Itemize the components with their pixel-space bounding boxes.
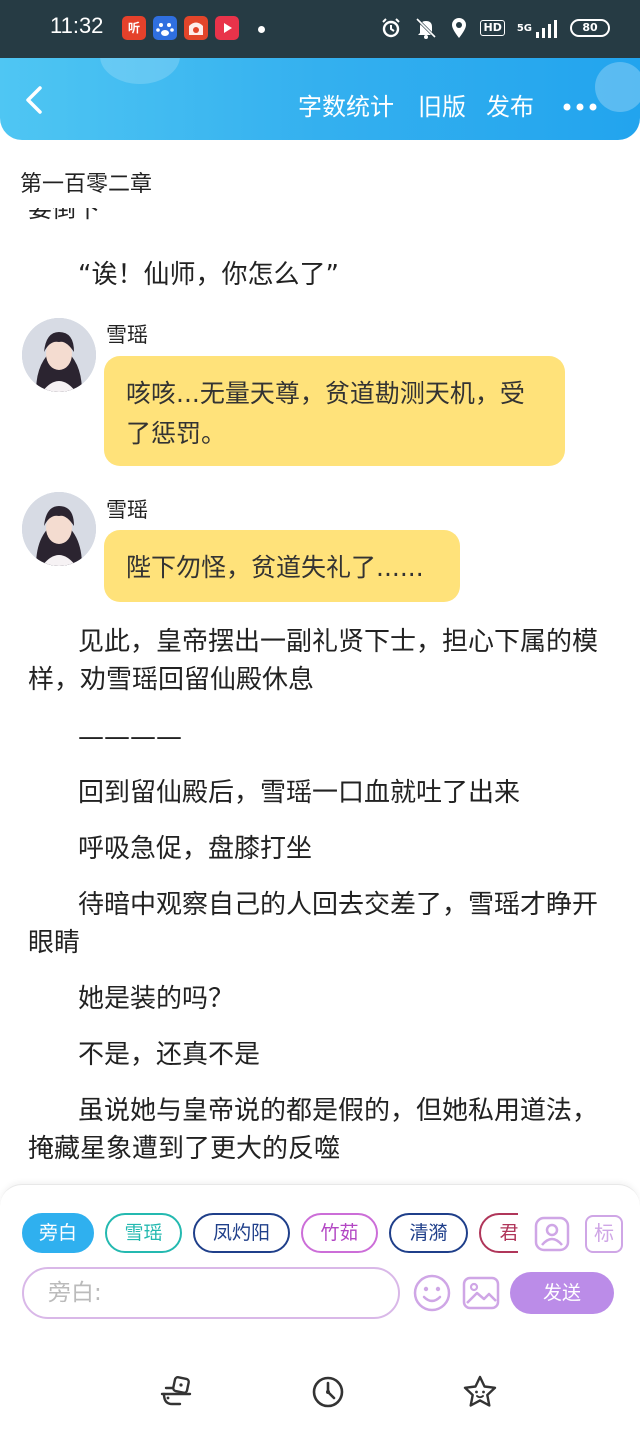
paragraph[interactable]: ————: [28, 718, 598, 756]
character-chip[interactable]: 雪瑶: [105, 1213, 182, 1253]
character-portrait: [22, 318, 96, 392]
character-chip[interactable]: 竹茹: [301, 1213, 378, 1253]
tag-button[interactable]: 标: [585, 1215, 623, 1253]
image-button[interactable]: [461, 1273, 501, 1313]
more-dots-icon: [563, 103, 597, 111]
status-bar: 11:32 听 HD 5G 80: [0, 0, 640, 58]
scrolled-text: 要倒下: [28, 208, 100, 223]
image-icon: [462, 1276, 500, 1310]
chapter-title: 第一百零二章: [20, 172, 153, 197]
shop-app-icon: [184, 16, 208, 40]
paragraph[interactable]: 见此，皇帝摆出一副礼贤下士，担心下属的模样，劝雪瑶回留仙殿休息: [28, 623, 598, 699]
header-decoration: [595, 62, 640, 112]
location-icon: [452, 18, 467, 38]
header-decoration: [100, 58, 180, 84]
paragraph[interactable]: 虽说她与皇帝说的都是假的，但她私用道法，掩藏星象遭到了更大的反噬: [28, 1092, 598, 1168]
role-manage-button[interactable]: [533, 1215, 571, 1253]
word-count-button[interactable]: 字数统计: [298, 92, 394, 122]
emoji-icon: [413, 1274, 451, 1312]
send-button[interactable]: 发送: [510, 1272, 614, 1314]
avatar[interactable]: [22, 318, 96, 392]
battery-indicator: 80: [570, 19, 610, 37]
message-bubble[interactable]: 咳咳...无量天尊，贫道勘测天机，受了惩罚。: [104, 356, 565, 466]
timer-button[interactable]: [310, 1374, 346, 1410]
dice-icon: [160, 1376, 192, 1406]
speaker-name: 雪瑶: [106, 323, 148, 347]
character-chip[interactable]: 君: [479, 1213, 518, 1253]
old-version-button[interactable]: 旧版: [418, 92, 466, 122]
scrolled-text-fragment: 要倒下: [28, 208, 100, 230]
ting-app-icon: 听: [122, 16, 146, 40]
message-input[interactable]: [24, 1269, 398, 1317]
baidu-app-icon: [153, 16, 177, 40]
character-selector: 旁白 雪瑶 凤灼阳 竹茹 清漪君: [22, 1213, 518, 1255]
paragraph[interactable]: “诶！仙师，你怎么了”: [28, 256, 598, 294]
avatar[interactable]: [22, 492, 96, 566]
alarm-icon: [382, 18, 401, 38]
chevron-left-icon: [26, 86, 42, 114]
status-time: 11:32: [50, 13, 104, 38]
favorite-button[interactable]: [462, 1374, 498, 1410]
back-button[interactable]: [20, 82, 50, 118]
character-chip[interactable]: 凤灼阳: [193, 1213, 290, 1253]
message-input-wrapper: [22, 1267, 400, 1319]
speaker-name: 雪瑶: [106, 498, 148, 522]
clock-icon: [312, 1376, 344, 1408]
bottom-toolbar: [0, 1354, 640, 1433]
signal-icon: [536, 20, 557, 38]
composer-panel: 旁白雪瑶凤灼阳竹茹清漪君 标 发送: [0, 1184, 640, 1354]
notification-dot: [258, 26, 265, 33]
hd-badge: HD: [480, 20, 505, 36]
mute-icon: [416, 17, 437, 39]
star-face-icon: [463, 1375, 497, 1407]
paragraph[interactable]: 她是装的吗？: [28, 980, 598, 1018]
editor-header: 字数统计 旧版 发布: [0, 58, 640, 140]
character-chip[interactable]: 清漪: [389, 1213, 468, 1253]
character-portrait: [22, 492, 96, 566]
paragraph[interactable]: 不是，还真不是: [28, 1036, 598, 1074]
paragraph[interactable]: 呼吸急促，盘膝打坐: [28, 830, 598, 868]
network-label: 5G: [516, 22, 532, 34]
emoji-button[interactable]: [412, 1273, 452, 1313]
video-app-icon: [215, 16, 239, 40]
character-chip[interactable]: 旁白: [22, 1213, 94, 1253]
paragraph[interactable]: 待暗中观察自己的人回去交差了，雪瑶才睁开眼睛: [28, 886, 598, 962]
paragraph[interactable]: 回到留仙殿后，雪瑶一口血就吐了出来: [28, 774, 598, 812]
dice-button[interactable]: [158, 1374, 194, 1410]
message-bubble[interactable]: 陛下勿怪，贫道失礼了......: [104, 530, 460, 602]
person-card-icon: [534, 1216, 570, 1252]
more-button[interactable]: [562, 94, 598, 120]
publish-button[interactable]: 发布: [486, 92, 534, 122]
